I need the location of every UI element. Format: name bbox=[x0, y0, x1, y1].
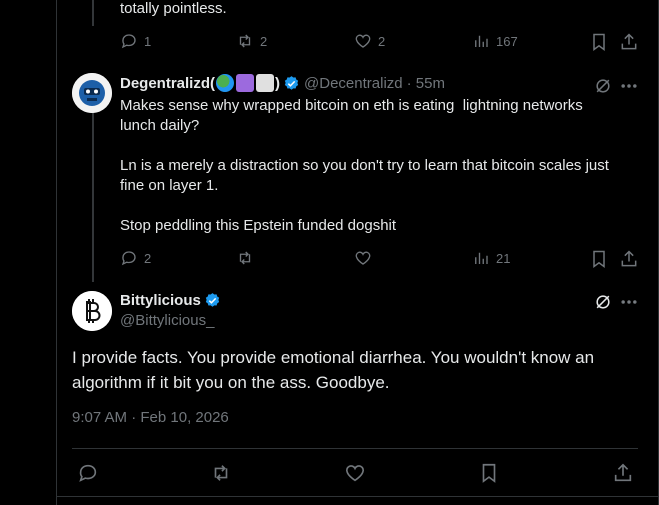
reply-like-button[interactable] bbox=[354, 249, 378, 267]
main-timestamp[interactable]: 9:07 AM · Feb 10, 2026 bbox=[72, 409, 229, 426]
main-display-name[interactable]: Bittylicious bbox=[120, 292, 201, 309]
reply-reply-button[interactable]: 2 bbox=[120, 249, 151, 267]
heart-icon bbox=[355, 251, 371, 265]
reply-retweet-button[interactable] bbox=[236, 249, 260, 267]
reply-paragraph: Stop peddling this Epstein funded dogshi… bbox=[120, 217, 397, 234]
heart-icon bbox=[355, 34, 371, 48]
avatar[interactable] bbox=[72, 73, 112, 113]
reply-bookmark-button[interactable] bbox=[589, 249, 609, 269]
reply-reply-count: 2 bbox=[144, 250, 152, 266]
views-icon bbox=[475, 252, 488, 264]
main-reply-button[interactable] bbox=[77, 462, 99, 484]
reply-display-name[interactable]: Degentralizd( bbox=[120, 75, 215, 92]
reply-paragraph: Makes sense why wrapped bitcoin on eth i… bbox=[120, 97, 587, 134]
prev-bookmark-button[interactable] bbox=[589, 32, 609, 52]
main-handle[interactable]: @Bittylicious_ bbox=[120, 312, 214, 329]
verified-badge-icon bbox=[284, 75, 299, 90]
skull-crossbones-emoji-icon bbox=[256, 74, 275, 92]
main-bookmark-button[interactable] bbox=[478, 462, 500, 484]
reply-author-line: Degentralizd( ) @Decentralizd · 55m bbox=[120, 74, 445, 92]
prev-tweet-text: totally pointless. bbox=[120, 0, 227, 17]
reply-icon bbox=[121, 251, 136, 266]
reply-display-name-suffix: ) bbox=[275, 74, 281, 92]
grok-icon[interactable] bbox=[593, 76, 613, 96]
reply-icon bbox=[121, 34, 136, 49]
retweet-icon bbox=[239, 34, 251, 48]
more-options-icon[interactable] bbox=[619, 292, 639, 312]
share-icon bbox=[621, 33, 637, 50]
prev-views-count: 167 bbox=[496, 33, 518, 49]
reply-icon bbox=[79, 464, 97, 482]
reply-time[interactable]: · 55m bbox=[407, 75, 445, 92]
prev-share-button[interactable] bbox=[619, 32, 639, 52]
main-author-line: Bittylicious bbox=[120, 292, 221, 309]
prev-retweet-button[interactable]: 2 bbox=[236, 32, 267, 50]
retweet-icon bbox=[239, 251, 251, 265]
prev-retweet-count: 2 bbox=[260, 33, 268, 49]
share-icon bbox=[621, 250, 637, 267]
main-tweet-text: I provide facts. You provide emotional d… bbox=[72, 348, 595, 392]
main-handle-line: @Bittylicious_ bbox=[120, 312, 214, 329]
reply-paragraph: Ln is a merely a distraction so you don'… bbox=[120, 157, 614, 194]
reply-share-button[interactable] bbox=[619, 249, 639, 269]
avatar[interactable] bbox=[72, 291, 112, 331]
peace-emoji-icon bbox=[236, 74, 255, 92]
prev-like-count: 2 bbox=[378, 33, 386, 49]
reply-views-button[interactable]: 21 bbox=[472, 249, 510, 267]
bookmark-icon bbox=[593, 250, 605, 268]
views-icon bbox=[475, 35, 488, 47]
main-retweet-button[interactable] bbox=[210, 462, 232, 484]
main-like-button[interactable] bbox=[344, 462, 366, 484]
prev-like-button[interactable]: 2 bbox=[354, 32, 385, 50]
prev-views-button[interactable]: 167 bbox=[472, 32, 518, 50]
bookmark-icon bbox=[593, 33, 605, 51]
verified-badge-icon bbox=[205, 293, 220, 307]
more-options-icon[interactable] bbox=[619, 76, 639, 96]
retweet-icon bbox=[214, 465, 228, 481]
globe-emoji-icon bbox=[216, 74, 235, 92]
thread-line bbox=[92, 112, 94, 282]
main-share-button[interactable] bbox=[612, 462, 634, 484]
bitcoin-logo-icon bbox=[72, 291, 112, 331]
divider bbox=[72, 448, 638, 449]
share-icon bbox=[614, 463, 632, 482]
reply-handle[interactable]: @Decentralizd bbox=[304, 75, 403, 92]
prev-reply-count: 1 bbox=[144, 33, 152, 49]
avatar-robot-image bbox=[72, 73, 112, 113]
bookmark-icon bbox=[482, 463, 496, 483]
thread-line bbox=[92, 0, 94, 26]
heart-icon bbox=[345, 465, 365, 482]
prev-reply-button[interactable]: 1 bbox=[120, 32, 151, 50]
divider bbox=[56, 496, 659, 497]
grok-icon[interactable] bbox=[593, 292, 613, 312]
reply-body: Makes sense why wrapped bitcoin on eth i… bbox=[120, 96, 620, 256]
reply-views-count: 21 bbox=[496, 250, 511, 266]
